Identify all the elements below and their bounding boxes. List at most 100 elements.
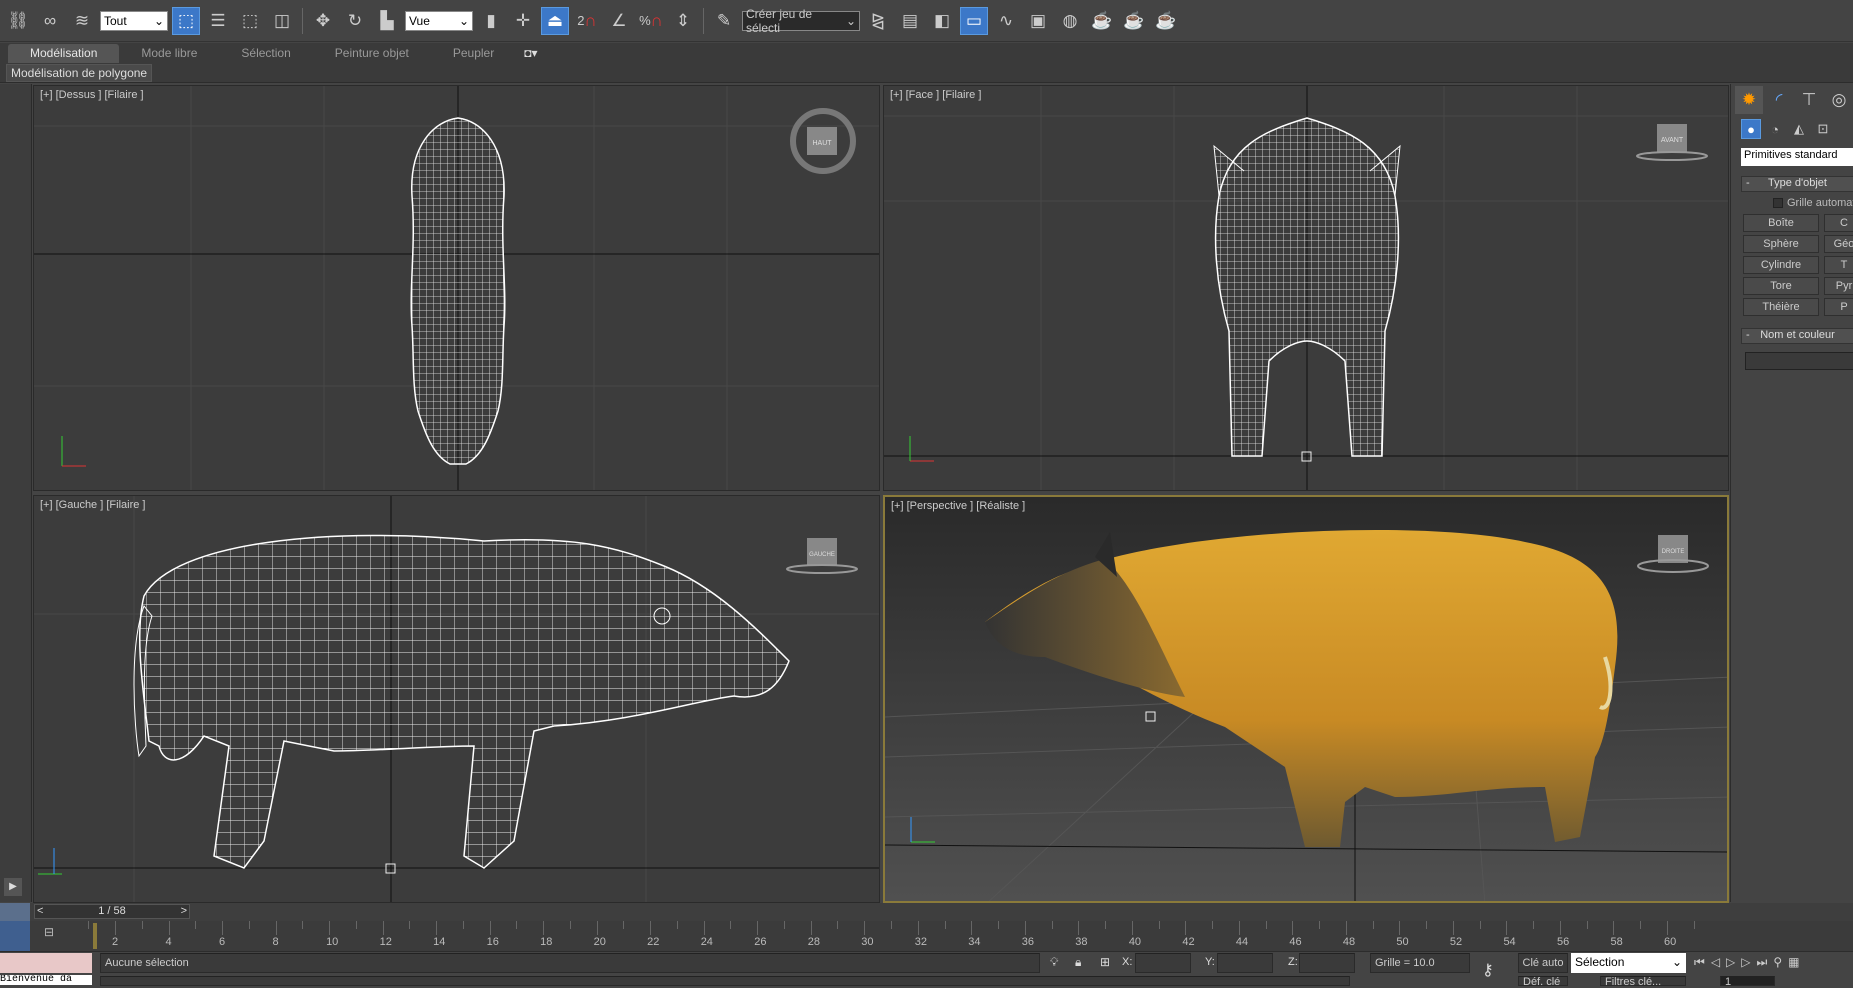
rollout-name-color[interactable]: - Nom et couleur (1741, 328, 1853, 344)
y-coord-input[interactable] (1217, 953, 1273, 973)
rendered-frame-icon[interactable]: ☕ (1120, 7, 1148, 35)
select-by-name-icon[interactable]: ☰ (204, 7, 232, 35)
maximize-viewport-icon[interactable]: ▦ (1788, 955, 1799, 970)
select-object-icon[interactable]: ⬚ (172, 6, 200, 35)
tab-modelisation[interactable]: Modélisation (8, 44, 120, 63)
polygon-modeling-panel[interactable]: Modélisation de polygone (6, 64, 153, 82)
ruler-label: 16 (486, 936, 499, 948)
key-filters-button[interactable]: Filtres clé... (1600, 976, 1686, 988)
material-editor-icon[interactable]: ◍ (1056, 7, 1084, 35)
viewport-left[interactable]: [+] [Gauche ] [Filaire ] GAUCHE (33, 495, 880, 903)
expand-icon[interactable]: ▶ (4, 878, 22, 896)
viewport-layout-icon[interactable] (0, 903, 30, 921)
selection-filter-dropdown[interactable]: Tout ⌄ (100, 10, 168, 31)
object-name-input[interactable] (1745, 352, 1853, 370)
rollout-object-type[interactable]: - Type d'objet (1741, 176, 1853, 192)
render-setup-icon[interactable]: ☕ (1088, 7, 1116, 35)
key-icon[interactable]: ⚷ (1482, 960, 1494, 980)
percent-snap-icon[interactable]: % ∩ (637, 7, 665, 35)
reference-coord-dropdown[interactable]: Vue ⌄ (405, 10, 473, 31)
viewport-front[interactable]: [+] [Face ] [Filaire ] AVANT (883, 85, 1729, 491)
mirror-icon[interactable]: ⧎ (864, 7, 892, 35)
zoom-icon[interactable]: ⚲ (1773, 955, 1782, 970)
rotate-icon[interactable]: ↻ (341, 7, 369, 35)
spinner-snap-icon[interactable]: ⇕ (669, 7, 697, 35)
play-icon[interactable]: ▷ (1726, 955, 1735, 970)
tube-button[interactable]: T (1824, 256, 1853, 274)
ribbon-options-icon[interactable]: ◘▾ (516, 44, 545, 63)
rectangular-selection-icon[interactable]: ⬚ (236, 7, 264, 35)
unlink-icon[interactable]: ∞ (36, 7, 64, 35)
snap-toggle-icon[interactable]: 2 ∩ (573, 7, 601, 35)
track-bar[interactable]: ⊟ 2 4 6 8 10 12 14 16 18 20 22 24 26 28 30 32 34 36 38 40 42… (0, 921, 1853, 951)
curve-editor-icon[interactable]: ∿ (992, 7, 1020, 35)
create-tab-icon[interactable]: ✹ (1735, 86, 1763, 114)
viewport-label[interactable]: [+] [Dessus ] [Filaire ] (40, 89, 144, 101)
viewport-label[interactable]: [+] [Gauche ] [Filaire ] (40, 499, 145, 511)
angle-snap-icon[interactable]: ∠ (605, 7, 633, 35)
scene-explorer-icon[interactable]: ▭ (960, 6, 988, 35)
link-icon[interactable]: ⛓ (4, 7, 32, 35)
category-dropdown[interactable]: Primitives standard (1741, 148, 1853, 166)
tab-mode-libre[interactable]: Mode libre (119, 44, 219, 63)
keyboard-shortcut-override-icon[interactable]: ⏏ (541, 6, 569, 35)
cameras-icon[interactable]: ⊡ (1813, 119, 1833, 139)
sphere-button[interactable]: Sphère (1743, 235, 1819, 253)
motion-tab-icon[interactable]: ◎ (1825, 86, 1853, 114)
plane-button[interactable]: P (1824, 298, 1853, 316)
move-icon[interactable]: ✥ (309, 7, 337, 35)
autogrid-checkbox[interactable]: Grille automat (1773, 197, 1853, 209)
viewport-perspective[interactable]: [+] [Perspective ] [Réaliste ] DROITE (883, 495, 1729, 903)
maxscript-listener[interactable] (0, 953, 92, 973)
box-button[interactable]: Boîte (1743, 214, 1819, 232)
shapes-icon[interactable]: ◔ (1765, 119, 1785, 139)
set-key-button[interactable]: Déf. clé (1518, 976, 1568, 988)
z-coord-input[interactable] (1299, 953, 1355, 973)
viewcube[interactable]: AVANT (1636, 124, 1708, 161)
teapot-button[interactable]: Théière (1743, 298, 1819, 316)
viewcube[interactable]: GAUCHE (786, 538, 858, 574)
tab-selection[interactable]: Sélection (219, 44, 312, 63)
hierarchy-tab-icon[interactable]: ⊤ (1795, 86, 1823, 114)
viewcube[interactable]: DROITE (1637, 535, 1709, 573)
modify-tab-icon[interactable]: ◜ (1765, 86, 1793, 114)
edit-named-selection-icon[interactable]: ✎ (710, 7, 738, 35)
lights-icon[interactable]: ◭ (1789, 119, 1809, 139)
scale-icon[interactable]: ▙ (373, 7, 401, 35)
go-to-end-icon[interactable]: ⏭ (1757, 955, 1768, 970)
viewcube[interactable]: HAUT (790, 108, 856, 174)
next-frame-icon[interactable]: > (181, 905, 187, 918)
pivot-center-icon[interactable]: ▮ (477, 7, 505, 35)
current-frame-input[interactable]: 1 (1720, 976, 1775, 988)
tab-peinture-objet[interactable]: Peinture objet (313, 44, 431, 63)
time-slider[interactable]: < 1 / 58 > (34, 904, 190, 919)
next-frame-icon[interactable]: ▷ (1741, 955, 1750, 970)
window-crossing-icon[interactable]: ◫ (268, 7, 296, 35)
geometry-icon[interactable]: ● (1741, 119, 1761, 139)
isolate-icon[interactable]: 💡︎ (1050, 955, 1058, 970)
key-mode-dropdown[interactable]: Sélection ⌄ (1571, 953, 1686, 973)
bind-space-warp-icon[interactable]: ≋ (68, 7, 96, 35)
x-coord-input[interactable] (1135, 953, 1191, 973)
tab-peupler[interactable]: Peupler (431, 44, 516, 63)
layer-manager-icon[interactable]: ◧ (928, 7, 956, 35)
cylinder-button[interactable]: Cylindre (1743, 256, 1819, 274)
render-icon[interactable]: ☕ (1152, 7, 1180, 35)
previous-frame-icon[interactable]: ◁ (1711, 955, 1720, 970)
go-to-start-icon[interactable]: ⏮ (1694, 955, 1705, 970)
torus-button[interactable]: Tore (1743, 277, 1819, 295)
viewport-label[interactable]: [+] [Face ] [Filaire ] (890, 89, 981, 101)
align-icon[interactable]: ▤ (896, 7, 924, 35)
absolute-mode-icon[interactable]: ⊞ (1100, 955, 1110, 969)
schematic-view-icon[interactable]: ▣ (1024, 7, 1052, 35)
pyramid-button[interactable]: Pyr (1824, 277, 1853, 295)
lock-icon[interactable]: 🔒︎ (1075, 955, 1081, 970)
named-selection-dropdown[interactable]: Créer jeu de sélecti ⌄ (742, 7, 860, 35)
cone-button[interactable]: C (1824, 214, 1853, 232)
viewport-label[interactable]: [+] [Perspective ] [Réaliste ] (891, 500, 1025, 512)
geosphere-button[interactable]: Géo (1824, 235, 1853, 253)
prev-frame-icon[interactable]: < (37, 905, 43, 918)
select-manipulate-icon[interactable]: ✛ (509, 7, 537, 35)
auto-key-button[interactable]: Clé auto (1518, 953, 1568, 973)
viewport-top[interactable]: [+] [Dessus ] [Filaire ] HAUT (33, 85, 880, 491)
